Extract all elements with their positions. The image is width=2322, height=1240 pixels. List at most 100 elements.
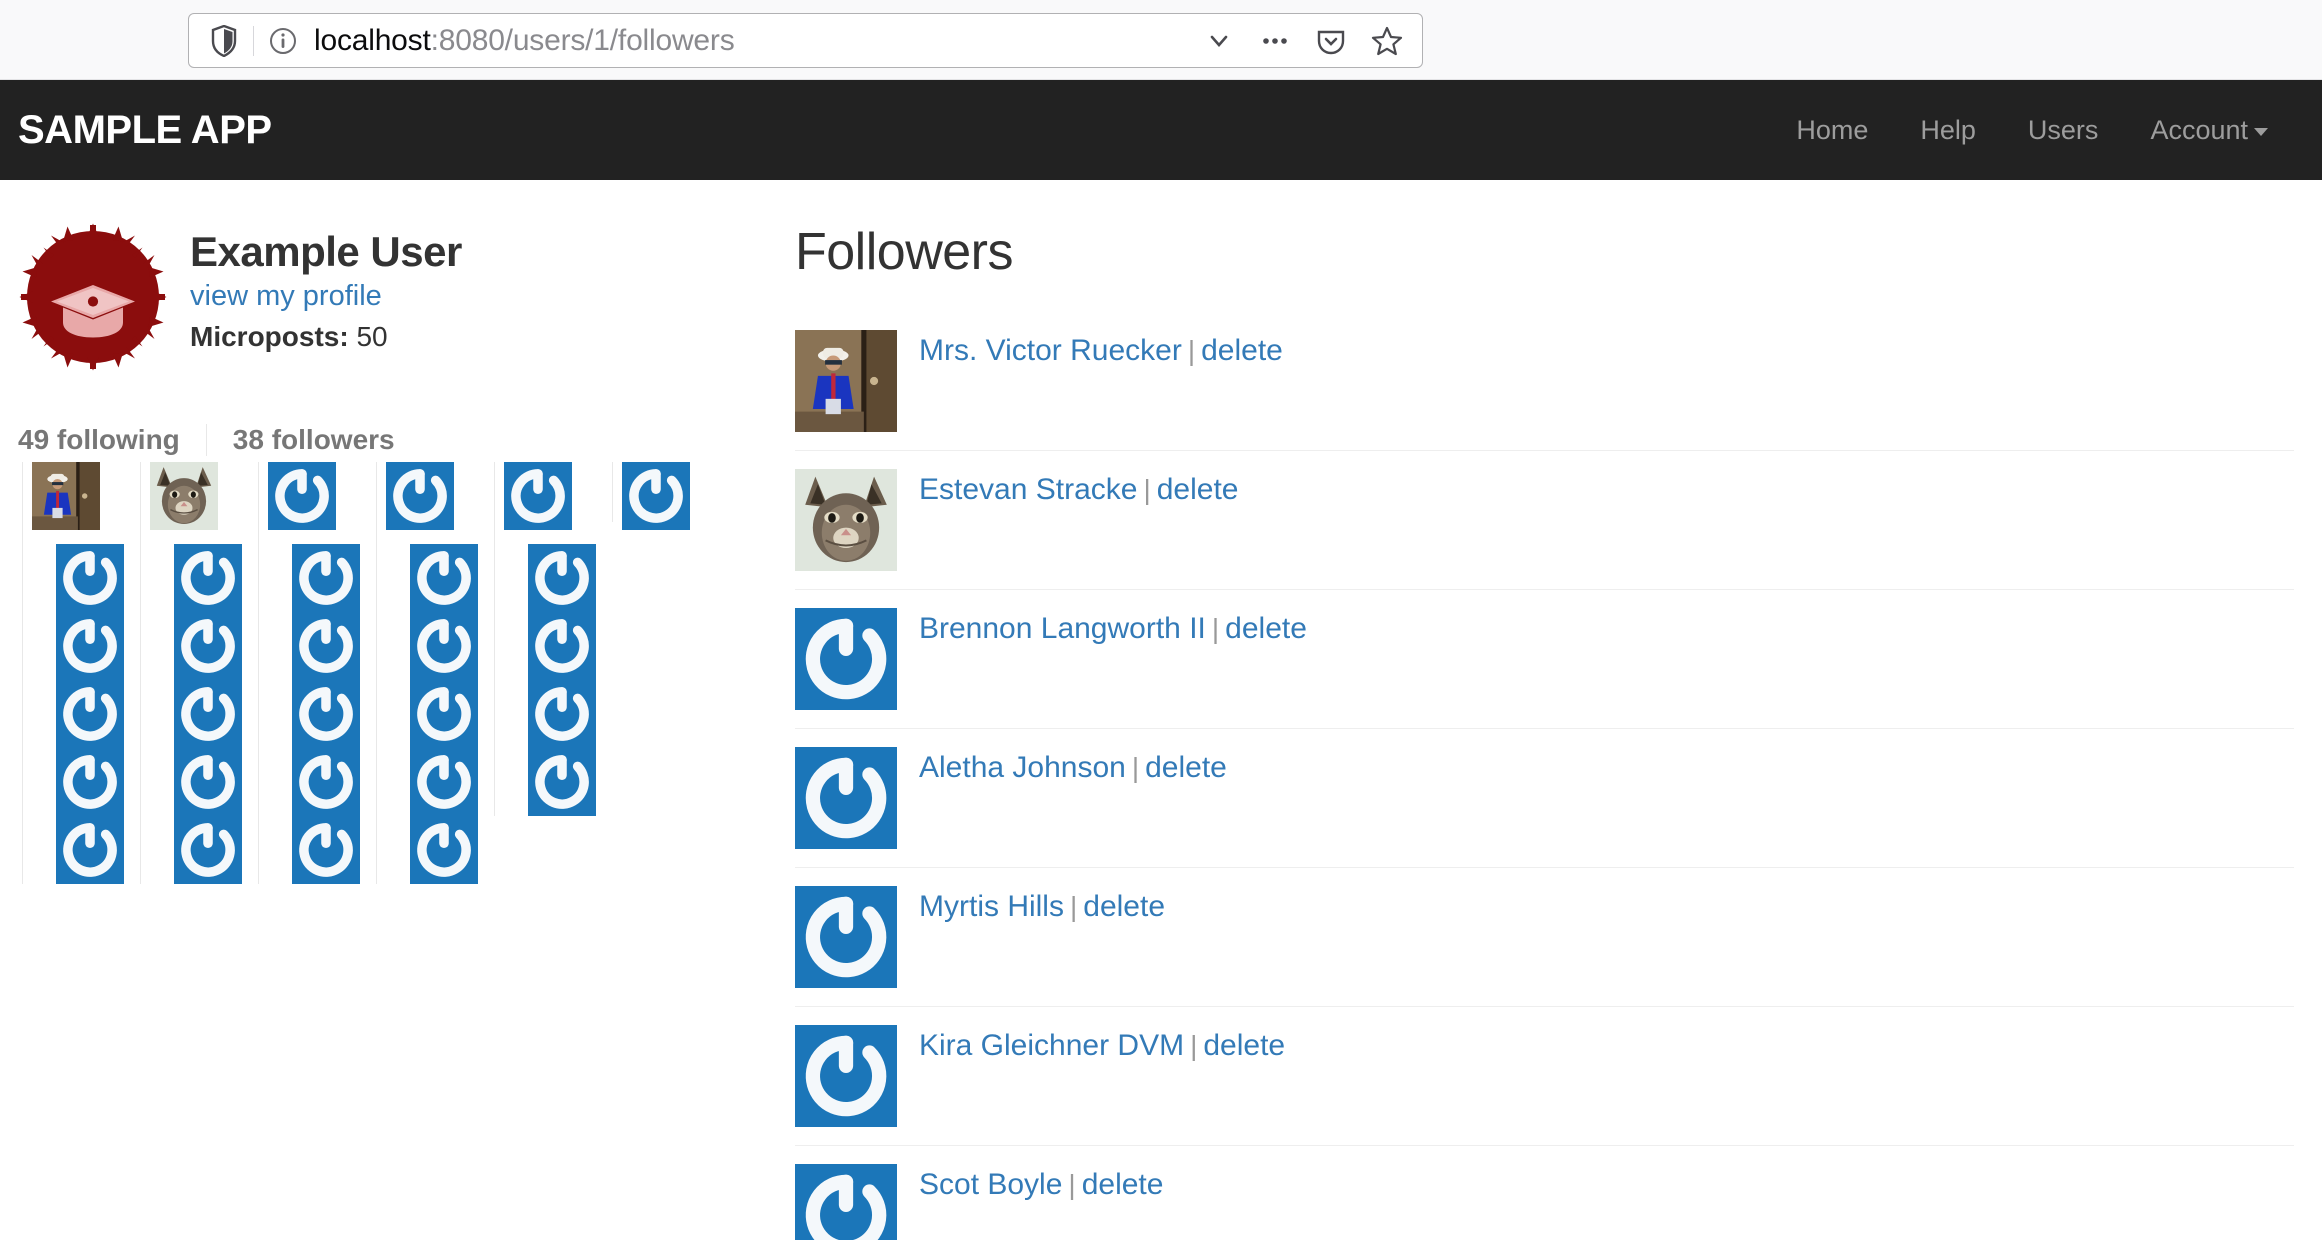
grid-avatar-stacked xyxy=(56,748,124,816)
avatar-gravatar-default[interactable] xyxy=(795,1164,897,1240)
delete-follower-link[interactable]: delete xyxy=(1157,473,1239,506)
star-bookmark-icon[interactable] xyxy=(1370,24,1404,58)
avatar-gravatar-default[interactable] xyxy=(174,544,242,612)
delete-follower-link[interactable]: delete xyxy=(1203,1029,1285,1062)
avatar-gravatar-default[interactable] xyxy=(386,462,454,530)
follower-name-link[interactable]: Scot Boyle xyxy=(919,1168,1062,1201)
avatar-gravatar-default[interactable] xyxy=(56,748,124,816)
chevron-down-icon[interactable] xyxy=(1202,24,1236,58)
shield-icon[interactable] xyxy=(209,24,239,58)
separator: | xyxy=(1206,613,1225,644)
follower-name-link[interactable]: Brennon Langworth II xyxy=(919,612,1206,645)
nav-item-account[interactable]: Account xyxy=(2124,115,2294,146)
stat-followers[interactable]: 38 followers xyxy=(206,424,421,456)
delete-follower-link[interactable]: delete xyxy=(1083,890,1165,923)
avatar-gravatar-default[interactable] xyxy=(56,612,124,680)
follower-name-link[interactable]: Mrs. Victor Ruecker xyxy=(919,334,1182,367)
avatar-gravatar-default[interactable] xyxy=(410,612,478,680)
follower-name-link[interactable]: Aletha Johnson xyxy=(919,751,1126,784)
grid-avatar-stacked xyxy=(56,612,124,680)
follower-avatar[interactable] xyxy=(795,747,897,849)
follower-avatar[interactable] xyxy=(795,1025,897,1127)
follower-name-link[interactable]: Myrtis Hills xyxy=(919,890,1064,923)
avatar-gravatar-default[interactable] xyxy=(410,748,478,816)
avatar-gravatar-default[interactable] xyxy=(292,748,360,816)
avatar-gravatar-default[interactable] xyxy=(56,816,124,884)
url-bar[interactable]: localhost:8080/users/1/followers xyxy=(188,13,1423,68)
avatar-gravatar-default[interactable] xyxy=(174,816,242,884)
avatar-gravatar-default[interactable] xyxy=(56,680,124,748)
nav-item-home-label: Home xyxy=(1796,115,1868,145)
follower-avatar[interactable] xyxy=(795,608,897,710)
nav-links: Home Help Users Account xyxy=(1770,115,2294,146)
delete-follower-link[interactable]: delete xyxy=(1082,1168,1164,1201)
pocket-icon[interactable] xyxy=(1314,24,1348,58)
avatar-gravatar-default[interactable] xyxy=(528,680,596,748)
grid-divider xyxy=(258,462,259,884)
grid-avatar-stacked xyxy=(174,816,242,884)
nav-item-home[interactable]: Home xyxy=(1770,115,1894,146)
nav-item-users-label: Users xyxy=(2028,115,2099,145)
follower-avatar[interactable] xyxy=(795,1164,897,1240)
delete-follower-link[interactable]: delete xyxy=(1201,334,1283,367)
avatar-gravatar-default[interactable] xyxy=(528,612,596,680)
avatar-gravatar-default[interactable] xyxy=(174,612,242,680)
follower-item: Mrs. Victor Ruecker|delete xyxy=(795,312,2294,450)
avatar-photo-person[interactable] xyxy=(795,330,897,432)
avatar-gravatar-default[interactable] xyxy=(622,462,690,530)
delete-follower-link[interactable]: delete xyxy=(1225,612,1307,645)
avatar-gravatar-default[interactable] xyxy=(292,680,360,748)
follower-avatar[interactable] xyxy=(795,330,897,432)
avatar-gravatar-default[interactable] xyxy=(528,544,596,612)
avatar-gravatar-default[interactable] xyxy=(504,462,572,530)
avatar-gravatar-default[interactable] xyxy=(56,544,124,612)
follower-name-link[interactable]: Estevan Stracke xyxy=(919,473,1137,506)
follower-item: Myrtis Hills|delete xyxy=(795,867,2294,1006)
separator: | xyxy=(1182,335,1201,366)
avatar-gravatar-default[interactable] xyxy=(528,748,596,816)
page-title: Followers xyxy=(795,222,2294,282)
avatar-gravatar-default[interactable] xyxy=(268,462,336,530)
avatar-gravatar-default[interactable] xyxy=(174,680,242,748)
nav-item-help[interactable]: Help xyxy=(1894,115,2002,146)
avatar-gravatar-default[interactable] xyxy=(292,544,360,612)
followers-list: Mrs. Victor Ruecker|deleteEstevan Strack… xyxy=(795,312,2294,1240)
grid-avatar-stacked xyxy=(56,816,124,884)
avatar-photo-person[interactable] xyxy=(32,462,100,530)
grid-avatar-stacked xyxy=(528,612,596,680)
brand-logo[interactable]: SAMPLE APP xyxy=(18,108,272,153)
avatar-gravatar-default[interactable] xyxy=(795,608,897,710)
view-my-profile-link[interactable]: view my profile xyxy=(190,280,462,313)
avatar-gravatar-default[interactable] xyxy=(410,816,478,884)
avatar-gravatar-default[interactable] xyxy=(795,1025,897,1127)
grid-avatar-stacked xyxy=(410,612,478,680)
page-actions-icon[interactable] xyxy=(1258,24,1292,58)
grid-divider xyxy=(376,462,377,884)
avatar-gravatar-default[interactable] xyxy=(292,816,360,884)
avatar-gravatar-default[interactable] xyxy=(292,612,360,680)
separator: | xyxy=(1184,1030,1203,1061)
stat-following[interactable]: 49 following xyxy=(18,424,206,456)
separator: | xyxy=(1126,752,1145,783)
follower-avatar[interactable] xyxy=(795,469,897,571)
grid-avatar-top xyxy=(268,462,336,530)
avatar-photo-cat[interactable] xyxy=(150,462,218,530)
avatar-gravatar-default[interactable] xyxy=(410,544,478,612)
grid-avatar-top xyxy=(386,462,454,530)
microposts-label: Microposts: xyxy=(190,321,349,352)
avatar-photo-cat[interactable] xyxy=(795,469,897,571)
nav-item-help-label: Help xyxy=(1920,115,1976,145)
avatar-gravatar-default[interactable] xyxy=(410,680,478,748)
avatar-gravatar-default[interactable] xyxy=(174,748,242,816)
delete-follower-link[interactable]: delete xyxy=(1145,751,1227,784)
info-circle-icon[interactable] xyxy=(268,26,298,56)
avatar-gravatar-default[interactable] xyxy=(795,886,897,988)
nav-item-account-label: Account xyxy=(2150,115,2248,145)
follower-name-link[interactable]: Kira Gleichner DVM xyxy=(919,1029,1184,1062)
url-text[interactable]: localhost:8080/users/1/followers xyxy=(314,24,735,58)
nav-item-users[interactable]: Users xyxy=(2002,115,2125,146)
grid-divider xyxy=(612,462,613,522)
follower-avatar[interactable] xyxy=(795,886,897,988)
avatar-gravatar-default[interactable] xyxy=(795,747,897,849)
chevron-down-icon xyxy=(2254,128,2268,136)
